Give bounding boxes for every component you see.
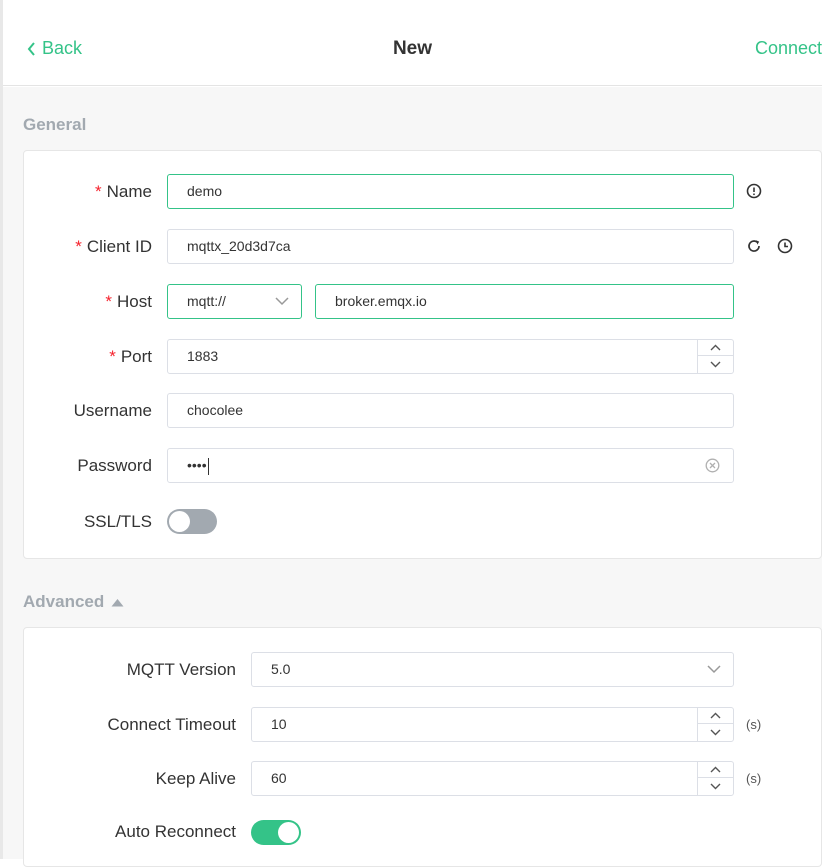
protocol-select[interactable]: mqtt://	[167, 284, 302, 319]
port-decrease-button[interactable]	[698, 356, 733, 372]
connect-timeout-value: 10	[271, 716, 287, 732]
chevron-down-icon	[710, 361, 721, 367]
port-value: 1883	[187, 348, 219, 364]
connect-timeout-stepper	[697, 708, 733, 741]
protocol-value: mqtt://	[187, 293, 226, 309]
chevron-down-icon	[710, 729, 721, 735]
connect-timeout-input[interactable]: 10	[251, 707, 734, 742]
header-bar: Back New Connect	[3, 0, 822, 86]
keep-alive-decrease-button[interactable]	[698, 778, 733, 794]
refresh-icon[interactable]	[745, 237, 763, 255]
password-input[interactable]: ••••	[167, 448, 734, 483]
main-content: General * Name demo * Client ID mqttx_20d3…	[3, 87, 822, 867]
general-card: * Name demo * Client ID mqttx_20d3d7ca * Ho…	[23, 150, 822, 559]
keep-alive-input[interactable]: 60	[251, 761, 734, 796]
clock-icon[interactable]	[776, 237, 794, 255]
mqtt-version-label: MQTT Version	[126, 660, 236, 679]
ssl-tls-label: SSL/TLS	[83, 512, 152, 531]
required-marker: *	[109, 347, 116, 366]
auto-reconnect-label: Auto Reconnect	[115, 822, 236, 841]
host-input[interactable]: broker.emqx.io	[315, 284, 734, 319]
connect-button[interactable]: Connect	[755, 38, 822, 59]
keep-alive-increase-button[interactable]	[698, 762, 733, 778]
chevron-down-icon	[707, 665, 721, 674]
chevron-down-icon	[275, 297, 289, 306]
keep-alive-unit: (s)	[746, 771, 762, 786]
general-title-text: General	[23, 115, 87, 134]
advanced-card: MQTT Version 5.0 Connect Timeout 10 (s) …	[23, 627, 822, 867]
client-id-label: * Client ID	[75, 237, 152, 256]
ssl-tls-toggle[interactable]	[167, 509, 217, 534]
keep-alive-label: Keep Alive	[155, 769, 236, 788]
port-input[interactable]: 1883	[167, 339, 734, 374]
caret-up-icon	[111, 598, 124, 606]
required-marker: *	[75, 237, 82, 256]
username-input[interactable]: chocolee	[167, 393, 734, 428]
toggle-knob	[278, 822, 299, 843]
name-input[interactable]: demo	[167, 174, 734, 209]
page-title: New	[392, 38, 433, 59]
advanced-title-text: Advanced	[23, 592, 105, 611]
port-stepper	[697, 340, 733, 373]
password-value: ••••	[187, 457, 207, 473]
text-cursor	[207, 457, 209, 475]
client-id-input[interactable]: mqttx_20d3d7ca	[167, 229, 734, 264]
port-label: * Port	[109, 347, 152, 366]
keep-alive-value: 60	[271, 770, 287, 786]
auto-reconnect-toggle[interactable]	[251, 820, 301, 845]
name-label: * Name	[95, 182, 152, 201]
connect-timeout-increase-button[interactable]	[698, 708, 733, 724]
general-section-title: General	[23, 115, 86, 135]
port-increase-button[interactable]	[698, 340, 733, 356]
password-label: Password	[77, 456, 152, 475]
clear-circle-icon[interactable]	[705, 458, 720, 473]
chevron-up-icon	[710, 344, 721, 351]
required-marker: *	[95, 182, 102, 201]
host-label: * Host	[105, 292, 152, 311]
mqtt-version-value: 5.0	[271, 661, 291, 677]
chevron-up-icon	[710, 766, 721, 773]
advanced-section-title[interactable]: Advanced	[23, 592, 124, 612]
keep-alive-stepper	[697, 762, 733, 795]
exclamation-circle-icon[interactable]	[745, 182, 763, 200]
connect-timeout-decrease-button[interactable]	[698, 724, 733, 740]
required-marker: *	[105, 292, 113, 311]
toggle-knob	[169, 511, 190, 532]
username-label: Username	[73, 401, 152, 420]
chevron-down-icon	[710, 783, 721, 789]
connect-timeout-label: Connect Timeout	[107, 715, 236, 734]
connect-timeout-unit: (s)	[746, 717, 762, 732]
chevron-up-icon	[710, 712, 721, 719]
mqtt-version-select[interactable]: 5.0	[251, 652, 734, 687]
